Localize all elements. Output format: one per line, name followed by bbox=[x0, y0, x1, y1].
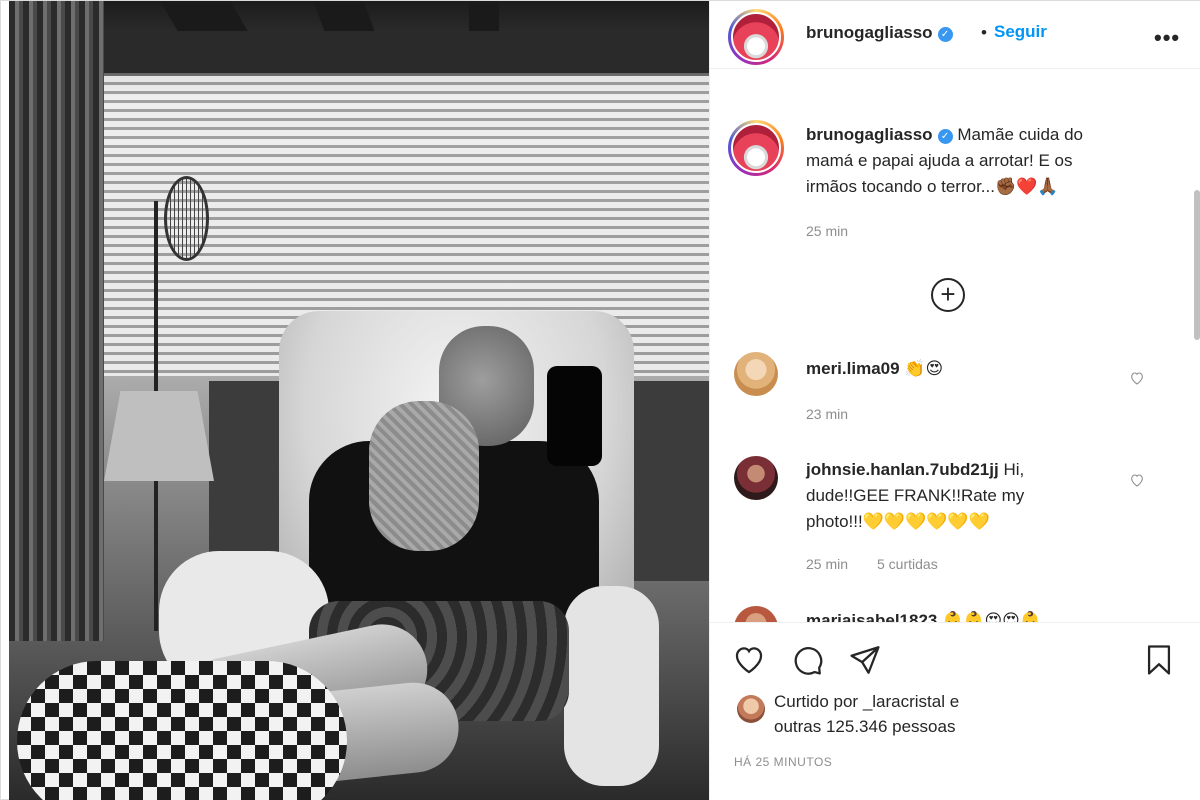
comment-text-line2: dude!!GEE FRANK!!Rate my bbox=[806, 486, 1025, 505]
post-sidebar: brunogagliasso ✓ • Seguir ••• brunogaglia… bbox=[709, 1, 1200, 800]
heart-icon[interactable] bbox=[1129, 370, 1145, 386]
comment-icon[interactable] bbox=[790, 643, 824, 677]
author-username[interactable]: brunogagliasso ✓ bbox=[806, 23, 953, 43]
comment-text-line3: photo!!! bbox=[806, 512, 863, 531]
instagram-post: brunogagliasso ✓ • Seguir ••• brunogaglia… bbox=[0, 0, 1200, 800]
verified-badge-icon: ✓ bbox=[937, 129, 953, 144]
scrollbar[interactable] bbox=[1194, 190, 1200, 340]
heart-icon[interactable] bbox=[732, 643, 766, 677]
comment: meri.lima09 👏😍 bbox=[806, 356, 1136, 382]
ceiling bbox=[104, 33, 709, 73]
ceiling-beam bbox=[313, 1, 375, 31]
liker-avatar[interactable] bbox=[737, 695, 765, 723]
author-avatar[interactable] bbox=[728, 9, 784, 65]
follow-button[interactable]: Seguir bbox=[994, 22, 1047, 42]
comment-avatar[interactable] bbox=[734, 606, 778, 622]
caption-text-line1: Mamãe cuida do bbox=[957, 125, 1083, 144]
caption-text-line2: mamá e papai ajuda a arrotar! E os bbox=[806, 151, 1073, 170]
ceiling-beam bbox=[469, 1, 499, 31]
caption: brunogagliasso ✓ Mamãe cuida do mamá e pa… bbox=[806, 122, 1166, 200]
separator-dot: • bbox=[981, 23, 987, 42]
comment-emoji: 💛💛💛💛💛💛 bbox=[862, 512, 990, 532]
heart-icon[interactable] bbox=[1129, 472, 1145, 488]
post-actions: Curtido por _laracristal e outras 125.34… bbox=[710, 622, 1200, 800]
caption-time[interactable]: 25 min bbox=[806, 223, 848, 239]
phone bbox=[547, 366, 602, 466]
comment-text-line1: Hi, bbox=[1003, 460, 1025, 479]
share-icon[interactable] bbox=[848, 643, 882, 677]
comment-time[interactable]: 23 min bbox=[806, 406, 848, 422]
caption-text-line3: irmãos tocando o terror... bbox=[806, 177, 995, 196]
post-photo[interactable] bbox=[9, 1, 709, 800]
fan bbox=[164, 176, 209, 261]
comment: mariaisabel1823 👶👶😍😍👶 bbox=[806, 608, 1136, 622]
comment: johnsie.hanlan.7ubd21jj Hi, dude!!GEE FR… bbox=[806, 457, 1136, 535]
likes-summary[interactable]: Curtido por _laracristal e outras 125.34… bbox=[774, 689, 959, 739]
author-username-text[interactable]: brunogagliasso bbox=[806, 23, 933, 42]
comment-username[interactable]: mariaisabel1823 bbox=[806, 611, 937, 622]
patterned-pillow bbox=[17, 661, 347, 800]
post-header: brunogagliasso ✓ • Seguir ••• bbox=[710, 1, 1200, 69]
ceiling-beam bbox=[160, 1, 248, 31]
caption-emoji: ✊🏾❤️🙏🏾 bbox=[994, 177, 1059, 197]
likes-line1[interactable]: Curtido por _laracristal e bbox=[774, 692, 959, 711]
caption-username[interactable]: brunogagliasso bbox=[806, 125, 933, 144]
armchair-arm bbox=[564, 586, 659, 786]
post-timestamp[interactable]: HÁ 25 MINUTOS bbox=[734, 755, 832, 769]
comment-avatar[interactable] bbox=[734, 352, 778, 396]
comment-avatar[interactable] bbox=[734, 456, 778, 500]
caption-avatar[interactable] bbox=[728, 120, 784, 176]
lamp bbox=[104, 391, 214, 481]
likes-line2[interactable]: outras 125.346 pessoas bbox=[774, 717, 955, 736]
comment-likes[interactable]: 5 curtidas bbox=[877, 556, 938, 572]
comment-username[interactable]: meri.lima09 bbox=[806, 359, 900, 378]
more-options-icon[interactable]: ••• bbox=[1154, 25, 1180, 51]
comment-username[interactable]: johnsie.hanlan.7ubd21jj bbox=[806, 460, 999, 479]
baby bbox=[369, 401, 479, 551]
bookmark-icon[interactable] bbox=[1142, 643, 1176, 677]
comment-text: 👶👶😍😍👶 bbox=[942, 611, 1042, 622]
comment-time[interactable]: 25 min bbox=[806, 556, 848, 572]
curtain bbox=[9, 1, 104, 641]
comment-text: 👏😍 bbox=[904, 359, 944, 379]
add-circle-icon[interactable]: + bbox=[931, 278, 965, 312]
verified-badge-icon: ✓ bbox=[937, 27, 953, 42]
comments-panel[interactable]: brunogagliasso ✓ Mamãe cuida do mamá e pa… bbox=[710, 70, 1200, 622]
